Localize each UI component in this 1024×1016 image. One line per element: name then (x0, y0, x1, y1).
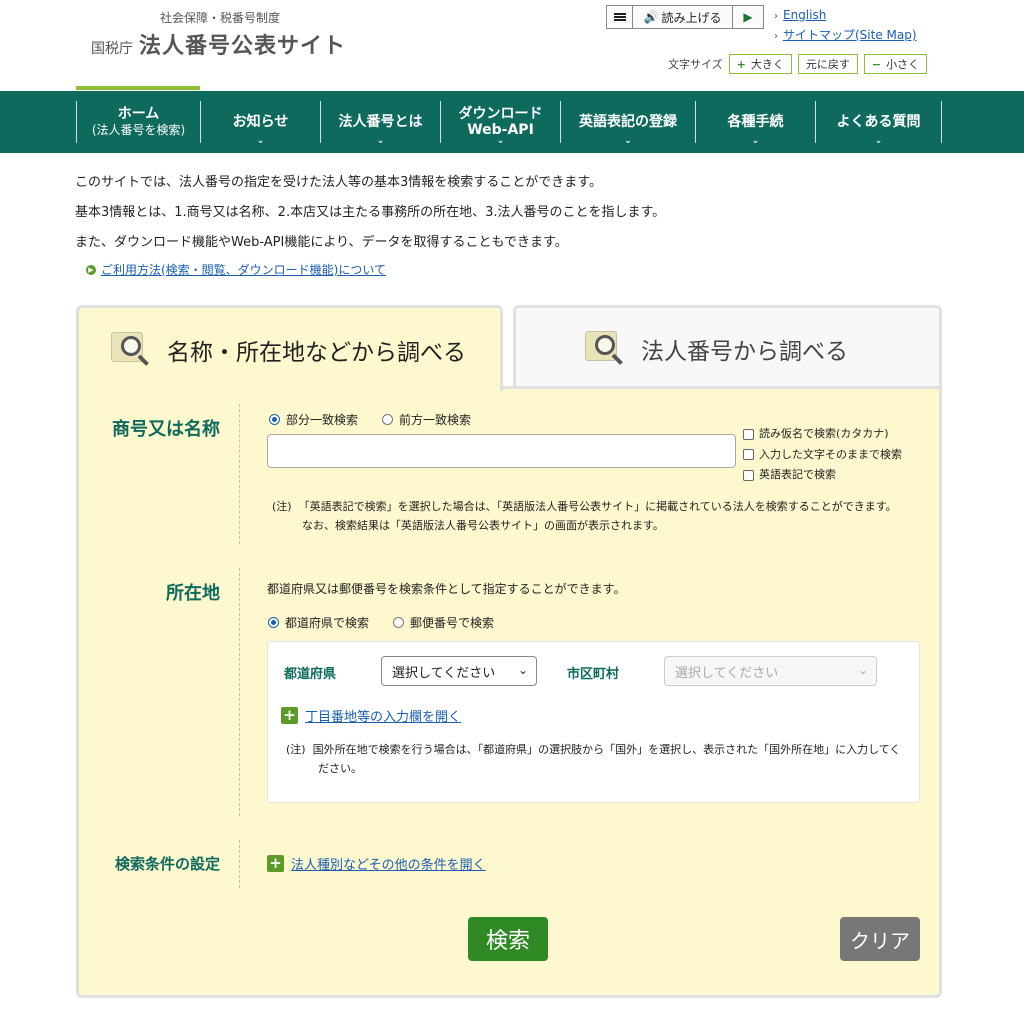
font-size-controls: 文字サイズ + 大きく 元に戻す − 小さく (668, 54, 928, 74)
site-header: 社会保障・税番号制度 国税庁 法人番号公表サイト 🔊 読み上げる ▶ › Engl… (0, 0, 1024, 90)
usage-guide-link[interactable]: ご利用方法(検索・閲覧、ダウンロード機能)について (101, 261, 386, 278)
intro-text: このサイトでは、法人番号の指定を受けた法人等の基本3情報を検索することができます… (75, 175, 666, 250)
top-links: › English › サイトマップ(Site Map) (774, 6, 917, 46)
conditions-section-label: 検索条件の設定 (114, 855, 220, 873)
partial-match-radio[interactable] (269, 414, 280, 425)
usage-guide: ▶ ご利用方法(検索・閲覧、ダウンロード機能)について (86, 261, 386, 278)
font-size-label: 文字サイズ (668, 58, 723, 71)
minus-icon: − (871, 57, 882, 71)
chevron-down-icon: ⌄ (517, 663, 528, 677)
location-section-label: 所在地 (166, 583, 220, 604)
nav-item-faq[interactable]: よくある質問 ⌄ (815, 101, 942, 146)
chevron-right-icon: › (774, 31, 778, 42)
arrow-circle-icon: ▶ (86, 264, 96, 275)
font-reset-button[interactable]: 元に戻す (797, 54, 858, 74)
location-type-radios: 都道府県で検索 郵便番号で検索 (268, 614, 512, 631)
plus-icon[interactable]: + (281, 707, 298, 724)
chevron-down-icon: ⌄ (376, 136, 385, 146)
kana-search-checkbox[interactable] (743, 428, 754, 440)
read-aloud-label: 読み上げる (661, 10, 722, 25)
plus-icon[interactable]: + (267, 855, 284, 872)
speaker-icon: 🔊 (643, 10, 659, 24)
prefix-match-radio[interactable] (382, 414, 394, 425)
chevron-down-icon: ⌄ (857, 663, 868, 677)
font-larger-button[interactable]: + 大きく (728, 54, 792, 74)
location-description: 都道府県又は郵便番号を検索条件として指定することができます。 (267, 582, 626, 596)
menu-icon[interactable] (607, 6, 633, 28)
magnifier-map-icon (109, 330, 155, 370)
location-note: (注) 国外所在地で検索を行う場合は、「都道府県」の選択肢から「国外」を選択し、… (286, 743, 901, 775)
chevron-right-icon: › (774, 11, 778, 22)
city-label: 市区町村 (567, 667, 620, 682)
section-divider (239, 404, 240, 544)
main-nav: ホーム (法人番号を検索) お知らせ ⌄ 法人番号とは ⌄ ダウンロード Web… (0, 91, 1024, 153)
section-divider (239, 568, 240, 816)
chevron-down-icon: ⌄ (874, 136, 883, 146)
nav-item-procedures[interactable]: 各種手続 ⌄ (695, 101, 815, 146)
chevron-down-icon: ⌄ (751, 136, 760, 146)
nav-item-news[interactable]: お知らせ ⌄ (200, 101, 320, 146)
other-conditions-link[interactable]: 法人種別などその他の条件を開く (291, 854, 486, 873)
postal-search-radio[interactable] (393, 617, 405, 628)
plus-icon: + (736, 57, 746, 71)
search-button[interactable]: 検索 (468, 917, 548, 961)
site-subtitle: 社会保障・税番号制度 (160, 11, 281, 25)
address-detail-link[interactable]: 丁目番地等の入力欄を開く (305, 706, 461, 725)
exact-text-checkbox[interactable] (743, 449, 754, 461)
tab-name-location-search[interactable]: 名称・所在地などから調べる (76, 305, 503, 391)
clear-button[interactable]: クリア (840, 917, 920, 961)
read-aloud-button[interactable]: 🔊 読み上げる (633, 6, 733, 28)
chevron-down-icon: ⌄ (256, 136, 265, 146)
name-note: (注) 「英語表記で検索」を選択した場合は、「英語版法人番号公表サイト」に掲載さ… (272, 500, 897, 532)
play-icon[interactable]: ▶ (733, 6, 763, 28)
match-type-radios: 部分一致検索 前方一致検索 (269, 411, 489, 428)
city-select[interactable]: 選択してください ⌄ (664, 656, 877, 686)
site-logo[interactable]: 国税庁 法人番号公表サイト (91, 28, 346, 60)
address-detail-toggle: + 丁目番地等の入力欄を開く (281, 706, 461, 725)
prefecture-label: 都道府県 (284, 667, 337, 682)
agency-name: 国税庁 (91, 41, 133, 57)
magnifier-number-icon (583, 329, 629, 369)
tab-divider (503, 386, 942, 389)
prefecture-select[interactable]: 選択してください ⌄ (381, 656, 537, 686)
name-section-label: 商号又は名称 (112, 419, 220, 440)
site-title: 法人番号公表サイト (139, 34, 347, 59)
chevron-down-icon: ⌄ (496, 136, 505, 146)
read-aloud-bar: 🔊 読み上げる ▶ (606, 5, 764, 29)
nav-item-english-registration[interactable]: 英語表記の登録 ⌄ (560, 101, 695, 146)
nav-item-home[interactable]: ホーム (法人番号を検索) (76, 101, 200, 143)
english-link[interactable]: English (783, 8, 826, 22)
sitemap-link[interactable]: サイトマップ(Site Map) (783, 28, 917, 42)
prefecture-box: 都道府県 選択してください ⌄ 市区町村 選択してください ⌄ + 丁目番地等の… (267, 641, 920, 803)
font-smaller-button[interactable]: − 小さく (863, 54, 928, 74)
name-search-options: 読み仮名で検索(カタカナ) 入力した文字そのままで検索 英語表記で検索 (743, 424, 902, 486)
prefecture-search-radio[interactable] (268, 617, 279, 628)
nav-item-about[interactable]: 法人番号とは ⌄ (320, 101, 440, 146)
tab-number-search[interactable]: 法人番号から調べる (513, 305, 942, 389)
english-search-checkbox[interactable] (743, 469, 754, 481)
section-divider (239, 840, 240, 888)
other-conditions-toggle: + 法人種別などその他の条件を開く (267, 854, 486, 873)
name-input[interactable] (267, 434, 736, 468)
nav-item-download[interactable]: ダウンロード Web-API ⌄ (440, 101, 560, 146)
active-nav-indicator (76, 86, 200, 90)
chevron-down-icon: ⌄ (624, 136, 632, 146)
